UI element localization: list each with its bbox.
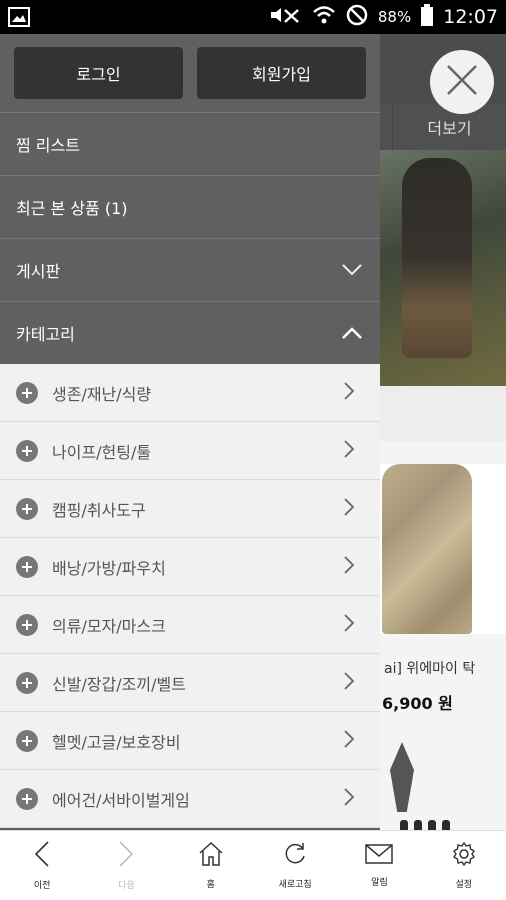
nav-label: 다음 <box>118 881 135 891</box>
chevron-right-icon <box>344 671 355 694</box>
refresh-icon <box>282 841 308 871</box>
category-label: 생존/재난/식량 <box>52 384 152 404</box>
nav-label: 홈 <box>206 880 215 890</box>
category-item[interactable]: 의류/모자/마스크 <box>0 596 380 654</box>
battery-icon <box>421 4 434 30</box>
category-item[interactable]: 캠핑/취사도구 <box>0 480 380 538</box>
back-icon <box>34 840 50 872</box>
bottom-navigation: 이전 다음 홈 새로고침 알림 설정 <box>0 830 506 900</box>
category-item[interactable]: 에어건/서바이벌게임 <box>0 770 380 828</box>
nav-label: 새로고침 <box>278 880 312 890</box>
category-label: 신발/장갑/조끼/벨트 <box>52 674 186 694</box>
nav-home-button[interactable]: 홈 <box>169 831 253 900</box>
chevron-right-icon <box>344 613 355 636</box>
mail-icon <box>365 843 394 869</box>
menu-item-label: 찜 리스트 <box>16 136 80 155</box>
plus-icon[interactable] <box>16 671 38 694</box>
category-item[interactable]: 나이프/헌팅/툴 <box>0 422 380 480</box>
menu-item-label: 게시판 <box>16 262 61 281</box>
wifi-icon <box>312 5 336 29</box>
forward-icon <box>118 840 134 872</box>
category-label: 배낭/가방/파우치 <box>52 558 166 578</box>
status-bar: 88% 12:07 <box>0 0 506 34</box>
chevron-down-icon <box>340 258 364 282</box>
category-label: 의류/모자/마스크 <box>52 616 166 636</box>
menu-item-wishlist[interactable]: 찜 리스트 <box>0 112 380 175</box>
nav-forward-button[interactable]: 다음 <box>84 831 168 900</box>
chevron-right-icon <box>344 787 355 810</box>
chevron-right-icon <box>344 729 355 752</box>
app-screen: 88% 12:07 더보기 ai] 위에마이 탁 6,900 원 로그인 회원가… <box>0 0 506 900</box>
plus-icon[interactable] <box>16 729 38 752</box>
auth-row: 로그인 회원가입 <box>0 34 380 112</box>
menu-item-label: 카테고리 <box>16 325 75 344</box>
category-label: 헬멧/고글/보호장비 <box>52 732 181 752</box>
menu-item-recent[interactable]: 최근 본 상품 (1) <box>0 175 380 238</box>
mute-icon <box>268 5 302 29</box>
nav-notification-button[interactable]: 알림 <box>337 831 421 900</box>
nav-refresh-button[interactable]: 새로고침 <box>253 831 337 900</box>
plus-icon[interactable] <box>16 381 38 404</box>
nav-back-button[interactable]: 이전 <box>0 831 84 900</box>
section-divider <box>370 386 506 441</box>
product-price: 6,900 원 <box>382 694 453 713</box>
banner-figure <box>402 158 472 358</box>
category-item[interactable]: 신발/장갑/조끼/벨트 <box>0 654 380 712</box>
category-list: 생존/재난/식량 나이프/헌팅/툴 캠핑/취사도구 배낭/가방/파우치 의류/모 <box>0 364 380 828</box>
login-button[interactable]: 로그인 <box>14 47 183 99</box>
home-icon <box>198 841 224 871</box>
clock: 12:07 <box>443 6 498 28</box>
product-name[interactable]: ai] 위에마이 탁 <box>384 658 475 678</box>
battery-percent: 88% <box>377 8 412 26</box>
product-tool-image[interactable] <box>390 742 414 812</box>
close-icon <box>445 63 479 101</box>
menu-item-board[interactable]: 게시판 <box>0 238 380 301</box>
chevron-right-icon <box>344 555 355 578</box>
chevron-right-icon <box>344 439 355 462</box>
chevron-right-icon <box>344 497 355 520</box>
category-label: 에어건/서바이벌게임 <box>52 790 190 810</box>
gallery-notification-icon <box>8 7 30 27</box>
nav-label: 설정 <box>455 880 473 890</box>
plus-icon[interactable] <box>16 439 38 462</box>
nav-label: 알림 <box>371 878 388 888</box>
do-not-disturb-icon <box>346 4 368 30</box>
navigation-drawer: 로그인 회원가입 찜 리스트 최근 본 상품 (1) 게시판 카테고리 생존/재… <box>0 34 380 830</box>
product-shirt-image <box>382 464 472 634</box>
nav-settings-button[interactable]: 설정 <box>422 831 506 900</box>
menu-item-label: 최근 본 상품 (1) <box>16 199 128 218</box>
category-label: 캠핑/취사도구 <box>52 500 146 520</box>
settings-icon <box>451 841 477 871</box>
plus-icon[interactable] <box>16 613 38 636</box>
category-item[interactable]: 헬멧/고글/보호장비 <box>0 712 380 770</box>
category-item[interactable]: 배낭/가방/파우치 <box>0 538 380 596</box>
nav-label: 이전 <box>33 881 51 891</box>
close-drawer-button[interactable] <box>430 50 494 114</box>
category-item[interactable]: 생존/재난/식량 <box>0 364 380 422</box>
plus-icon[interactable] <box>16 787 38 810</box>
menu-item-category[interactable]: 카테고리 <box>0 301 380 364</box>
category-label: 나이프/헌팅/툴 <box>52 442 152 462</box>
chevron-right-icon <box>344 381 355 404</box>
signup-button[interactable]: 회원가입 <box>197 47 366 99</box>
plus-icon[interactable] <box>16 497 38 520</box>
plus-icon[interactable] <box>16 555 38 578</box>
chevron-up-icon <box>340 321 364 345</box>
